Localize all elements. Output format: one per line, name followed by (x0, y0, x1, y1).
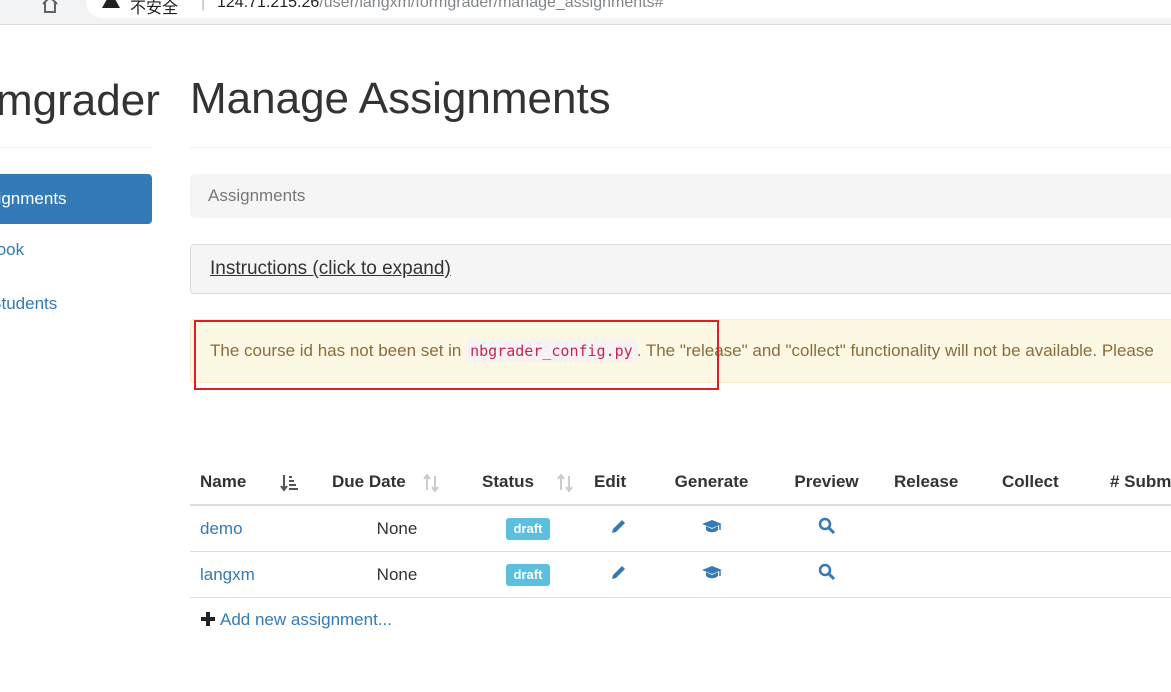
sidebar-divider (0, 147, 152, 148)
assignment-link-langxm[interactable]: langxm (200, 565, 255, 584)
table-row: demo None draft (190, 505, 1171, 552)
sort-icon[interactable] (556, 473, 574, 493)
release-cell (884, 505, 992, 552)
url-host: 124.71.215.26 (217, 0, 320, 11)
sidebar-item-manage-assignments[interactable]: Manage Assignments (0, 174, 152, 224)
column-header-status[interactable]: Status (472, 460, 584, 506)
header-label: Due Date (332, 472, 406, 491)
header-label: Name (200, 472, 247, 491)
due-date-cell: None (322, 505, 472, 552)
sort-icon[interactable] (422, 473, 440, 493)
add-assignment-link[interactable]: Add new assignment... (220, 610, 392, 629)
browser-toolbar: 不安全 | 124.71.215.26/user/langxm/formgrad… (0, 0, 1171, 25)
search-icon[interactable] (818, 517, 836, 540)
column-header-name[interactable]: Name (190, 460, 322, 506)
graduation-cap-icon[interactable] (701, 563, 723, 586)
header-label: Status (482, 472, 534, 491)
pencil-icon[interactable] (610, 563, 628, 586)
annotation-highlight-box (194, 320, 719, 390)
column-header-submissions: # Submissions (1100, 460, 1171, 506)
security-status[interactable]: 不安全 (130, 0, 178, 18)
column-header-preview: Preview (769, 460, 884, 506)
main-content: Manage Assignments Assignments Instructi… (190, 24, 1171, 692)
search-icon[interactable] (818, 563, 836, 586)
submissions-cell (1100, 505, 1171, 552)
sort-ascending-icon[interactable] (280, 474, 298, 492)
breadcrumb-item: Assignments (208, 186, 306, 205)
sidebar-item-label: Manage Assignments (0, 189, 67, 208)
breadcrumb: Assignments (190, 174, 1171, 218)
url-divider: | (201, 0, 206, 11)
column-header-collect: Collect (992, 460, 1100, 506)
table-row: langxm None draft (190, 551, 1171, 598)
table-header-row: Name Due Date Status Edit Generate Previ… (190, 460, 1171, 506)
column-header-edit: Edit (584, 460, 654, 506)
column-header-release: Release (884, 460, 992, 506)
status-badge: draft (505, 563, 551, 586)
sidebar-item-gradebook[interactable]: Gradebook (0, 240, 24, 260)
sidebar: Formgrader Manage Assignments Gradebook … (0, 24, 160, 692)
title-divider (190, 147, 1171, 148)
url-text[interactable]: 124.71.215.26/user/langxm/formgrader/man… (217, 0, 664, 12)
plus-icon[interactable] (200, 611, 216, 632)
url-path: /user/langxm/formgrader/manage_assignmen… (319, 0, 664, 11)
status-badge: draft (505, 517, 551, 540)
graduation-cap-icon[interactable] (701, 517, 723, 540)
warning-icon[interactable] (102, 0, 120, 8)
submissions-cell (1100, 551, 1171, 598)
collect-cell (992, 551, 1100, 598)
due-date-cell: None (322, 551, 472, 598)
add-assignment-row: Add new assignment... (200, 610, 392, 632)
sidebar-item-manage-students[interactable]: Manage Students (0, 294, 57, 314)
assignments-table: Name Due Date Status Edit Generate Previ… (190, 460, 1171, 598)
page-title: Manage Assignments (190, 74, 611, 123)
pencil-icon[interactable] (610, 517, 628, 540)
column-header-due-date[interactable]: Due Date (322, 460, 472, 506)
sidebar-brand: Formgrader (0, 76, 160, 125)
home-icon[interactable] (40, 0, 60, 14)
collect-cell (992, 505, 1100, 552)
release-cell (884, 551, 992, 598)
instructions-panel: Instructions (click to expand) (190, 244, 1171, 294)
instructions-toggle-link[interactable]: Instructions (click to expand) (210, 258, 451, 279)
column-header-generate: Generate (654, 460, 769, 506)
assignment-link-demo[interactable]: demo (200, 519, 243, 538)
